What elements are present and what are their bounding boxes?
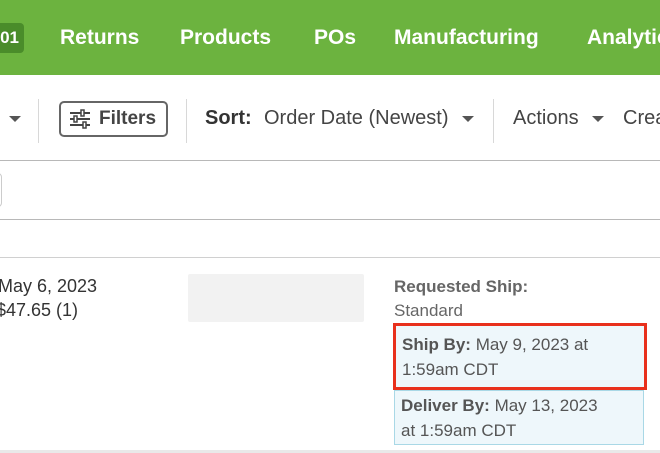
nav-item-analytics[interactable]: Analytics — [587, 24, 660, 52]
search-input[interactable] — [0, 173, 2, 207]
filters-button[interactable]: Filters — [59, 101, 168, 137]
nav-item-products[interactable]: Products — [180, 24, 271, 52]
actions-dropdown[interactable]: Actions — [513, 107, 579, 130]
sort-label: Sort: — [205, 107, 252, 129]
order-date: May 6, 2023 — [0, 276, 98, 296]
nav-count-badge[interactable]: 01 — [0, 23, 24, 53]
deliver-by-label: Deliver By: — [401, 396, 490, 415]
sort-dropdown[interactable]: Order Date (Newest) — [264, 107, 449, 130]
table-header — [0, 220, 660, 258]
top-nav: 01 Returns Products POs Manufacturing An… — [0, 0, 660, 75]
toolbar-divider — [38, 99, 39, 143]
create-button[interactable]: Create — [623, 107, 660, 130]
chevron-down-icon[interactable] — [592, 116, 604, 122]
nav-item-returns[interactable]: Returns — [60, 24, 139, 52]
deliver-by-value-cont: at 1:59am CDT — [401, 421, 517, 440]
filters-label: Filters — [99, 108, 157, 129]
chevron-down-icon[interactable] — [9, 116, 21, 122]
deliver-by-value: May 13, 2023 — [494, 396, 598, 415]
toolbar-divider — [186, 99, 187, 143]
nav-item-manufacturing[interactable]: Manufacturing — [394, 24, 539, 52]
requested-ship-value: Standard — [394, 301, 463, 320]
nav-item-pos[interactable]: POs — [314, 24, 356, 52]
sliders-icon — [70, 109, 90, 129]
order-total: $47.65 (1) — [0, 300, 79, 320]
chevron-down-icon[interactable] — [462, 116, 474, 122]
deliver-by-box: Deliver By: May 13, 2023 at 1:59am CDT — [394, 390, 644, 445]
ship-by-box: Ship By: May 9, 2023 at 1:59am CDT — [393, 323, 647, 390]
search-row — [0, 161, 660, 220]
requested-ship-label: Requested Ship: — [394, 277, 529, 296]
ship-by-value: May 9, 2023 at — [475, 335, 589, 354]
ship-by-value-cont: 1:59am CDT — [402, 360, 499, 379]
toolbar: Filters Sort: Order Date (Newest) Action… — [0, 75, 660, 161]
toolbar-divider — [493, 99, 494, 143]
blurred-content — [188, 274, 364, 322]
ship-by-label: Ship By: — [402, 335, 471, 354]
